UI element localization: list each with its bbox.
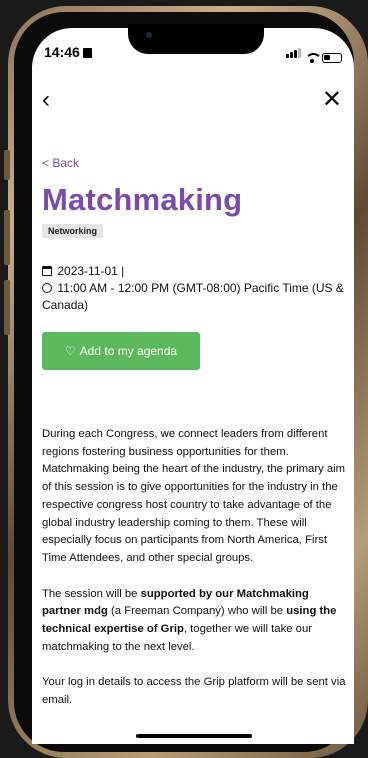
page-title: Matchmaking: [42, 182, 243, 217]
wifi-icon: [305, 53, 322, 63]
description-paragraph: Your log in details to access the Grip p…: [42, 676, 346, 707]
calendar-icon: [42, 266, 52, 276]
status-time: 14:46: [44, 44, 92, 60]
top-nav: ‹ ✕: [32, 82, 354, 122]
camera-dot: [146, 32, 152, 38]
clock-icon: [42, 283, 52, 293]
session-time: 11:00 AM - 12:00 PM (GMT-08:00) Pacific …: [42, 281, 344, 312]
phone-side-button: [4, 150, 10, 180]
back-chevron-icon[interactable]: ‹: [42, 86, 50, 114]
date-row: 2023-11-01 |: [42, 263, 346, 280]
category-tag: Networking: [42, 224, 104, 238]
session-description: During each Congress, we connect leaders…: [42, 426, 346, 710]
add-to-agenda-label: Add to my agenda: [79, 344, 178, 358]
description-paragraph: The session will be supported by our Mat…: [42, 586, 346, 657]
signal-icon: [285, 45, 301, 63]
battery-icon: [322, 53, 342, 63]
home-indicator[interactable]: [136, 734, 252, 738]
add-to-agenda-button[interactable]: ♡ Add to my agenda: [42, 332, 200, 370]
status-time-text: 14:46: [44, 44, 80, 60]
status-indicators: [285, 45, 342, 63]
screen: 14:46 ‹ ✕ < Back Matchmaking Networking …: [32, 28, 354, 744]
description-text: (a Freeman Company) who will be: [107, 605, 287, 618]
phone-side-button: [4, 210, 10, 265]
description-paragraph: During each Congress, we connect leaders…: [42, 428, 346, 564]
notch: [128, 24, 264, 54]
session-meta: 2023-11-01 | 11:00 AM - 12:00 PM (GMT-08…: [42, 263, 346, 314]
description-text: The session will be: [42, 587, 141, 600]
session-detail: < Back Matchmaking Networking 2023-11-01…: [42, 156, 346, 728]
heart-icon: ♡: [64, 344, 76, 358]
phone-side-button: [4, 280, 10, 335]
close-icon[interactable]: ✕: [322, 85, 342, 114]
session-date: 2023-11-01 |: [57, 264, 125, 278]
lock-icon: [82, 48, 92, 58]
back-link[interactable]: < Back: [42, 156, 346, 170]
time-row: 11:00 AM - 12:00 PM (GMT-08:00) Pacific …: [42, 280, 346, 314]
